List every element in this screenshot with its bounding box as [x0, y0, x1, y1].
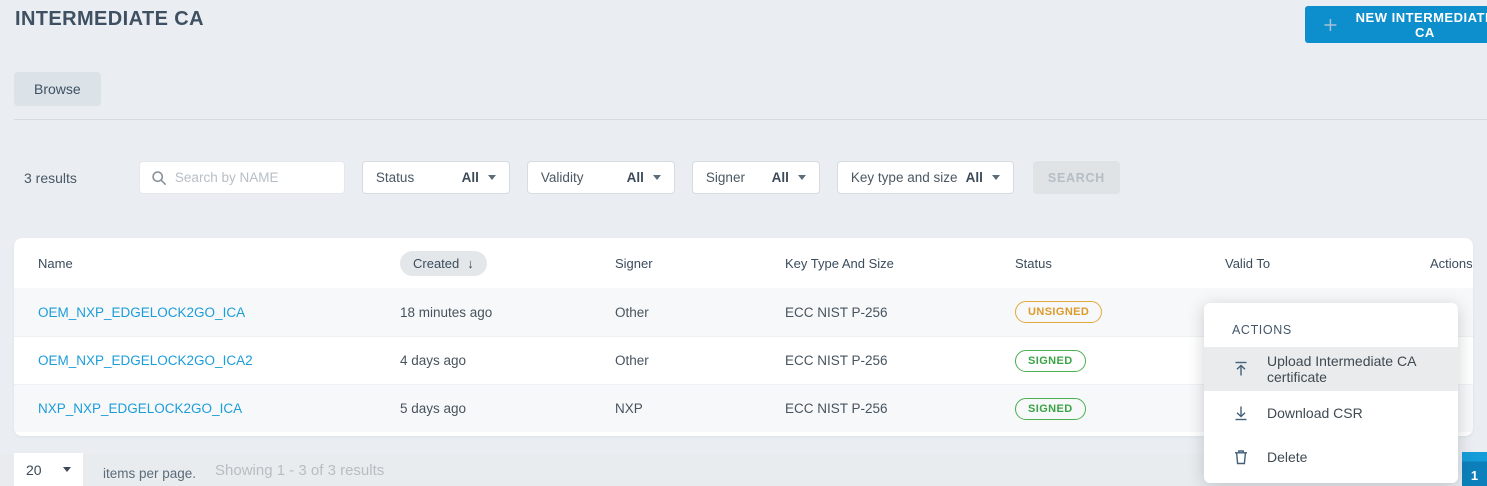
- filter-keytype-dropdown[interactable]: Key type and size All: [836, 161, 1014, 194]
- column-header-validto[interactable]: Valid To: [1225, 256, 1430, 271]
- search-icon: [152, 170, 166, 185]
- status-badge: UNSIGNED: [1015, 301, 1103, 323]
- filter-bar: 3 results Status All Validity All Signer…: [24, 161, 1120, 194]
- chevron-down-icon: [991, 175, 1000, 180]
- upload-icon: [1235, 361, 1247, 376]
- showing-results-text: Showing 1 - 3 of 3 results: [215, 462, 385, 479]
- actions-menu-title: ACTIONS: [1232, 323, 1292, 337]
- menu-item-label: Upload Intermediate CA certificate: [1267, 353, 1416, 385]
- header-divider: [14, 119, 1487, 120]
- cell-created: 18 minutes ago: [400, 304, 493, 320]
- column-header-keytype[interactable]: Key Type And Size: [785, 256, 1015, 271]
- ca-name-link[interactable]: OEM_NXP_EDGELOCK2GO_ICA: [38, 305, 245, 320]
- filter-signer-label: Signer: [705, 170, 745, 185]
- menu-item-label: Delete: [1267, 449, 1308, 465]
- new-intermediate-ca-button[interactable]: NEW INTERMEDIATE CA: [1305, 6, 1487, 43]
- cell-signer: Other: [615, 353, 649, 368]
- row-actions-menu: ACTIONS Upload Intermediate CA certifica…: [1204, 303, 1458, 483]
- chevron-down-icon: [487, 175, 496, 180]
- chevron-down-icon: [652, 175, 661, 180]
- column-header-created-label: Created: [413, 255, 460, 271]
- cell-signer: NXP: [615, 401, 643, 416]
- filter-validity-value: All: [626, 170, 644, 185]
- column-header-signer[interactable]: Signer: [615, 256, 785, 271]
- search-input[interactable]: [174, 170, 333, 185]
- cell-signer: Other: [615, 304, 649, 320]
- menu-item-delete[interactable]: Delete: [1204, 435, 1458, 479]
- plus-icon: [1324, 18, 1337, 31]
- status-badge: SIGNED: [1015, 397, 1086, 420]
- sort-desc-icon: ↓: [467, 255, 474, 271]
- items-per-page-label: items per page.: [103, 466, 197, 481]
- filter-status-value: All: [461, 170, 479, 185]
- results-count: 3 results: [24, 169, 77, 186]
- column-header-name[interactable]: Name: [38, 256, 400, 271]
- items-per-page-value: 20: [26, 461, 42, 478]
- filter-keytype-label: Key type and size: [850, 170, 958, 185]
- cell-keytype: ECC NIST P-256: [785, 304, 888, 320]
- ca-name-link[interactable]: NXP_NXP_EDGELOCK2GO_ICA: [38, 401, 242, 416]
- tab-browse[interactable]: Browse: [14, 72, 101, 106]
- filter-signer-value: All: [771, 170, 789, 185]
- column-header-status[interactable]: Status: [1015, 256, 1225, 271]
- filter-status-label: Status: [375, 170, 415, 185]
- ca-name-link[interactable]: OEM_NXP_EDGELOCK2GO_ICA2: [38, 353, 253, 368]
- table-header-row: Name Created ↓ Signer Key Type And Size …: [14, 238, 1473, 288]
- filter-signer-dropdown[interactable]: Signer All: [691, 161, 820, 194]
- page-1-button[interactable]: 1: [1462, 452, 1487, 486]
- page-title: INTERMEDIATE CA: [15, 8, 204, 30]
- chevron-down-icon: [63, 467, 71, 472]
- column-header-created-sort[interactable]: Created ↓: [400, 250, 487, 276]
- cell-keytype: ECC NIST P-256: [785, 401, 888, 416]
- trash-icon: [1235, 450, 1247, 465]
- menu-item-download-csr[interactable]: Download CSR: [1204, 391, 1458, 435]
- items-per-page-select[interactable]: 20: [14, 453, 83, 486]
- search-box[interactable]: [138, 161, 345, 194]
- search-button[interactable]: SEARCH: [1032, 161, 1120, 194]
- filter-status-dropdown[interactable]: Status All: [361, 161, 510, 194]
- menu-item-upload-certificate[interactable]: Upload Intermediate CA certificate: [1204, 347, 1458, 391]
- download-icon: [1235, 406, 1247, 421]
- filter-validity-dropdown[interactable]: Validity All: [526, 161, 675, 194]
- cell-created: 5 days ago: [400, 401, 467, 416]
- status-badge: SIGNED: [1015, 349, 1086, 372]
- column-header-actions: Actions: [1430, 255, 1473, 271]
- chevron-down-icon: [797, 175, 806, 180]
- cell-created: 4 days ago: [400, 353, 467, 368]
- filter-validity-label: Validity: [540, 170, 584, 185]
- cell-keytype: ECC NIST P-256: [785, 353, 888, 368]
- new-intermediate-ca-label: NEW INTERMEDIATE CA: [1355, 9, 1487, 40]
- menu-item-label: Download CSR: [1267, 405, 1363, 421]
- filter-keytype-value: All: [965, 170, 983, 185]
